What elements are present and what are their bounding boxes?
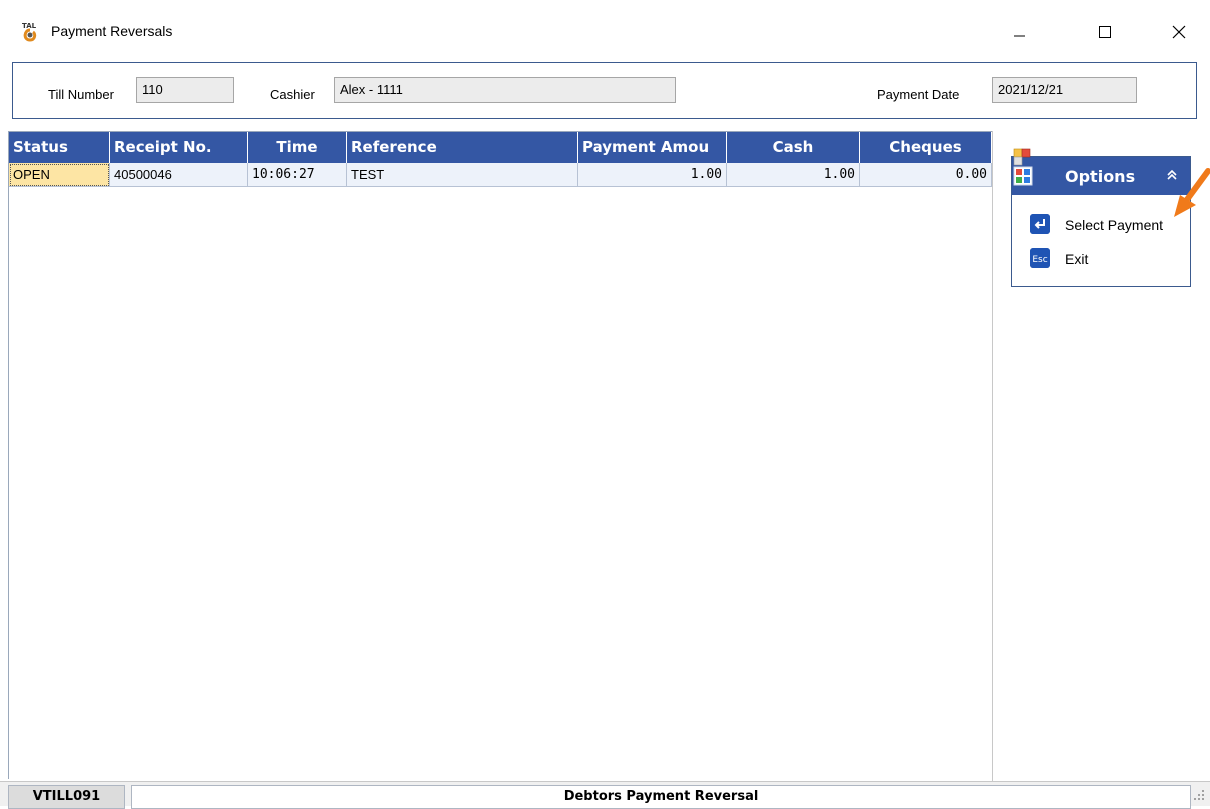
window-title: Payment Reversals xyxy=(51,23,173,39)
cell-cheques[interactable]: 0.00 xyxy=(860,163,992,187)
maximize-button[interactable] xyxy=(1082,14,1128,50)
grid-divider xyxy=(992,131,993,781)
minimize-icon xyxy=(1014,35,1025,37)
pointer-arrow-icon xyxy=(1174,168,1210,217)
payment-date-field[interactable]: 2021/12/21 xyxy=(992,77,1137,103)
till-number-field[interactable]: 110 xyxy=(136,77,234,103)
maximize-icon xyxy=(1099,26,1111,38)
svg-text:Esc: Esc xyxy=(1032,255,1047,265)
column-header-status[interactable]: Status xyxy=(9,132,110,163)
title-bar: TAL Payment Reversals xyxy=(0,0,1210,60)
cell-time[interactable]: 10:06:27 xyxy=(248,163,347,187)
column-header-receipt[interactable]: Receipt No. xyxy=(110,132,248,163)
column-header-time[interactable]: Time xyxy=(248,132,347,163)
cashier-field[interactable]: Alex - 1111 xyxy=(334,77,676,103)
column-header-reference[interactable]: Reference xyxy=(347,132,578,163)
options-panel: Options Select Payment Esc Exit xyxy=(1011,156,1191,287)
minimize-button[interactable] xyxy=(996,14,1042,50)
screen-title: Debtors Payment Reversal xyxy=(131,785,1191,809)
payments-grid[interactable]: Status Receipt No. Time Reference Paymen… xyxy=(8,131,992,779)
screen-code: VTILL091 xyxy=(8,785,125,809)
select-payment-label: Select Payment xyxy=(1065,217,1164,233)
payment-header-panel: Till Number 110 Cashier Alex - 1111 Paym… xyxy=(12,62,1197,119)
column-header-payment-amount[interactable]: Payment Amou xyxy=(578,132,727,163)
cell-reference[interactable]: TEST xyxy=(347,163,578,187)
payment-date-label: Payment Date xyxy=(877,87,960,102)
close-button[interactable] xyxy=(1156,14,1202,50)
till-number-label: Till Number xyxy=(48,87,114,102)
options-title: Options xyxy=(1065,167,1136,186)
esc-key-icon: Esc xyxy=(1030,248,1050,268)
cell-payment-amount[interactable]: 1.00 xyxy=(578,163,727,187)
options-header[interactable]: Options xyxy=(1012,157,1190,195)
cell-receipt[interactable]: 40500046 xyxy=(110,163,248,187)
options-grid-icon xyxy=(1013,148,1033,186)
status-bar: VTILL091 Debtors Payment Reversal xyxy=(0,781,1210,809)
grid-header: Status Receipt No. Time Reference Paymen… xyxy=(9,132,992,163)
table-row[interactable]: OPEN 40500046 10:06:27 TEST 1.00 1.00 0.… xyxy=(9,163,992,187)
cell-status[interactable]: OPEN xyxy=(9,163,110,187)
column-header-cheques[interactable]: Cheques xyxy=(860,132,992,163)
app-logo-icon: TAL xyxy=(22,22,37,42)
cashier-label: Cashier xyxy=(270,87,315,102)
enter-key-icon xyxy=(1030,214,1050,234)
column-header-cash[interactable]: Cash xyxy=(727,132,860,163)
cell-cash[interactable]: 1.00 xyxy=(727,163,860,187)
close-icon xyxy=(1172,25,1186,39)
resize-grip-icon[interactable] xyxy=(1192,788,1206,802)
exit-label: Exit xyxy=(1065,251,1089,267)
